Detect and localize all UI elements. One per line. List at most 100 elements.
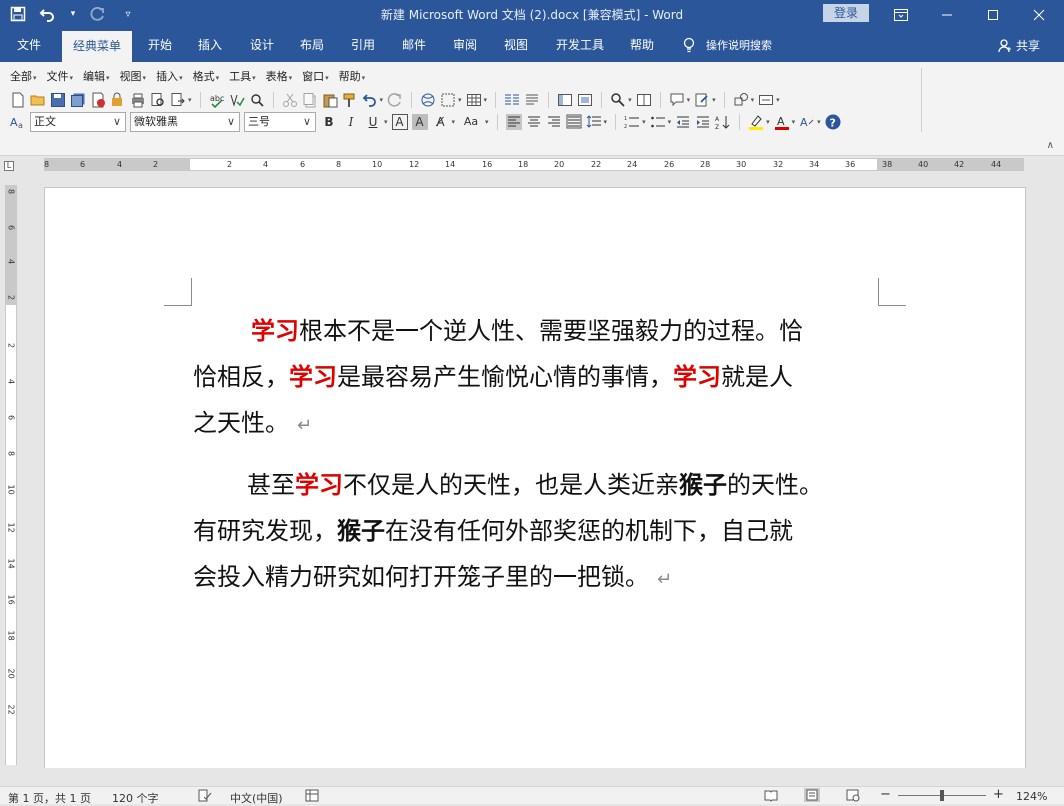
collapse-ribbon-icon[interactable]: ∧ [1047, 140, 1054, 151]
redo-icon[interactable] [387, 92, 403, 108]
paste-icon[interactable] [322, 92, 338, 108]
chevron-down-icon[interactable]: ▾ [766, 118, 770, 126]
underline-icon[interactable]: U [364, 113, 382, 131]
chevron-down-icon[interactable]: ▾ [485, 118, 489, 126]
chevron-down-icon[interactable]: ▾ [687, 96, 691, 104]
menu-table[interactable]: 表格 [266, 68, 293, 84]
tab-layout[interactable]: 布局 [290, 29, 334, 62]
font-size-combo[interactable]: 三号 [244, 112, 316, 132]
character-border-icon[interactable]: A [391, 114, 408, 130]
find-icon[interactable] [610, 92, 626, 108]
share-button[interactable]: 共享 [998, 37, 1040, 54]
borders-icon[interactable] [440, 92, 456, 108]
paragraph-2[interactable]: 甚至学习不仅是人的天性，也是人类近亲猴子的天性。 有研究发现，猴子在没有任何外部… [193, 462, 913, 600]
decrease-indent-icon[interactable] [675, 114, 691, 130]
chevron-down-icon[interactable]: ▾ [484, 96, 488, 104]
highlight-icon[interactable] [748, 114, 764, 130]
tab-help[interactable]: 帮助 [620, 29, 664, 62]
chevron-down-icon[interactable]: ▾ [384, 118, 388, 126]
tab-file[interactable]: 文件 [6, 29, 52, 62]
word-count-icon[interactable] [524, 92, 540, 108]
tab-classic-menu[interactable]: 经典菜单 [62, 31, 132, 62]
chevron-down-icon[interactable]: ▾ [458, 96, 462, 104]
text-effects-icon[interactable]: A̸ [432, 113, 450, 131]
align-right-icon[interactable] [546, 114, 562, 130]
columns-icon[interactable] [504, 92, 520, 108]
menu-all[interactable]: 全部 [10, 68, 37, 84]
thumbnail-icon[interactable] [577, 92, 593, 108]
maximize-icon[interactable] [970, 0, 1016, 29]
chevron-down-icon[interactable]: ▾ [452, 118, 456, 126]
comment-icon[interactable] [669, 92, 685, 108]
align-left-icon[interactable] [505, 114, 522, 130]
numbering-icon[interactable]: 12 [624, 114, 640, 130]
reading-mode-icon[interactable] [636, 92, 652, 108]
zoom-level[interactable]: 124% [1016, 790, 1047, 803]
read-mode-icon[interactable] [764, 789, 778, 802]
style-combo[interactable]: 正文 [30, 112, 126, 132]
align-center-icon[interactable] [526, 114, 542, 130]
grammar-check-icon[interactable] [229, 92, 245, 108]
menu-file[interactable]: 文件 [47, 68, 74, 84]
vertical-ruler[interactable]: 8 6 4 2 2 4 6 8 10 12 14 16 18 20 22 [5, 185, 17, 765]
chevron-down-icon[interactable]: ▾ [604, 118, 608, 126]
change-case-icon[interactable]: Aa [459, 113, 483, 131]
tab-view[interactable]: 视图 [494, 29, 538, 62]
tab-design[interactable]: 设计 [240, 29, 284, 62]
tab-developer[interactable]: 开发工具 [548, 29, 612, 62]
track-changes-icon[interactable] [694, 92, 710, 108]
line-spacing-icon[interactable] [586, 114, 602, 130]
styles-icon[interactable]: Aa [10, 114, 26, 130]
tab-selector[interactable]: L [4, 161, 14, 171]
chevron-down-icon[interactable]: ▾ [751, 96, 755, 104]
spelling-icon[interactable]: abc [209, 92, 225, 108]
ribbon-display-options-icon[interactable] [878, 0, 924, 29]
zoom-slider-thumb[interactable] [940, 790, 944, 801]
bold-icon[interactable]: B [320, 113, 338, 131]
permission-icon[interactable] [110, 92, 126, 108]
menu-window[interactable]: 窗口 [302, 68, 329, 84]
open-folder-icon[interactable] [30, 92, 46, 108]
tab-home[interactable]: 开始 [138, 29, 182, 62]
chevron-down-icon[interactable]: ▾ [188, 96, 192, 104]
copy-icon[interactable] [302, 92, 318, 108]
chevron-down-icon[interactable]: ▾ [776, 96, 780, 104]
zoom-in-button[interactable]: + [993, 787, 1004, 802]
print-layout-icon[interactable] [804, 788, 820, 802]
font-color-icon[interactable]: A [774, 114, 790, 130]
macro-icon[interactable] [305, 789, 319, 802]
tab-mailings[interactable]: 邮件 [392, 29, 436, 62]
shapes-icon[interactable] [733, 92, 749, 108]
sort-icon[interactable]: AZ [715, 114, 731, 130]
export-icon[interactable] [170, 92, 186, 108]
hyperlink-icon[interactable] [420, 92, 436, 108]
save-all-icon[interactable] [70, 92, 86, 108]
document-page[interactable]: 学习根本不是一个逆人性、需要坚强毅力的过程。恰 恰相反，学习是最容易产生愉悦心情… [44, 187, 1026, 768]
increase-indent-icon[interactable] [695, 114, 711, 130]
chevron-down-icon[interactable]: ▾ [712, 96, 716, 104]
cut-icon[interactable] [282, 92, 298, 108]
minimize-icon[interactable] [924, 0, 970, 29]
zoom-out-button[interactable]: − [880, 787, 891, 802]
format-painter-icon[interactable] [342, 92, 358, 108]
close-icon[interactable] [1016, 0, 1062, 29]
save-icon[interactable] [50, 92, 66, 108]
menu-insert[interactable]: 插入 [156, 68, 183, 84]
tab-review[interactable]: 审阅 [443, 29, 487, 62]
signin-button[interactable]: 登录 [823, 4, 869, 22]
menu-view[interactable]: 视图 [120, 68, 147, 84]
chevron-down-icon[interactable]: ▾ [792, 118, 796, 126]
tab-insert[interactable]: 插入 [188, 29, 232, 62]
menu-help[interactable]: 帮助 [339, 68, 366, 84]
insert-table-icon[interactable] [466, 92, 482, 108]
paragraph-1[interactable]: 学习根本不是一个逆人性、需要坚强毅力的过程。恰 恰相反，学习是最容易产生愉悦心情… [193, 308, 913, 446]
research-icon[interactable] [249, 92, 265, 108]
bullets-icon[interactable] [650, 114, 666, 130]
chevron-down-icon[interactable]: ▾ [668, 118, 672, 126]
character-shading-icon[interactable]: A [411, 114, 428, 130]
horizontal-ruler[interactable]: 8 6 4 2 2 4 6 8 10 12 14 16 18 20 22 24 26 28 30 32 34 36 38 40… [44, 158, 1024, 171]
print-preview-icon[interactable] [150, 92, 166, 108]
italic-icon[interactable]: I [342, 113, 360, 131]
menu-tools[interactable]: 工具 [229, 68, 256, 84]
menu-edit[interactable]: 编辑 [83, 68, 110, 84]
